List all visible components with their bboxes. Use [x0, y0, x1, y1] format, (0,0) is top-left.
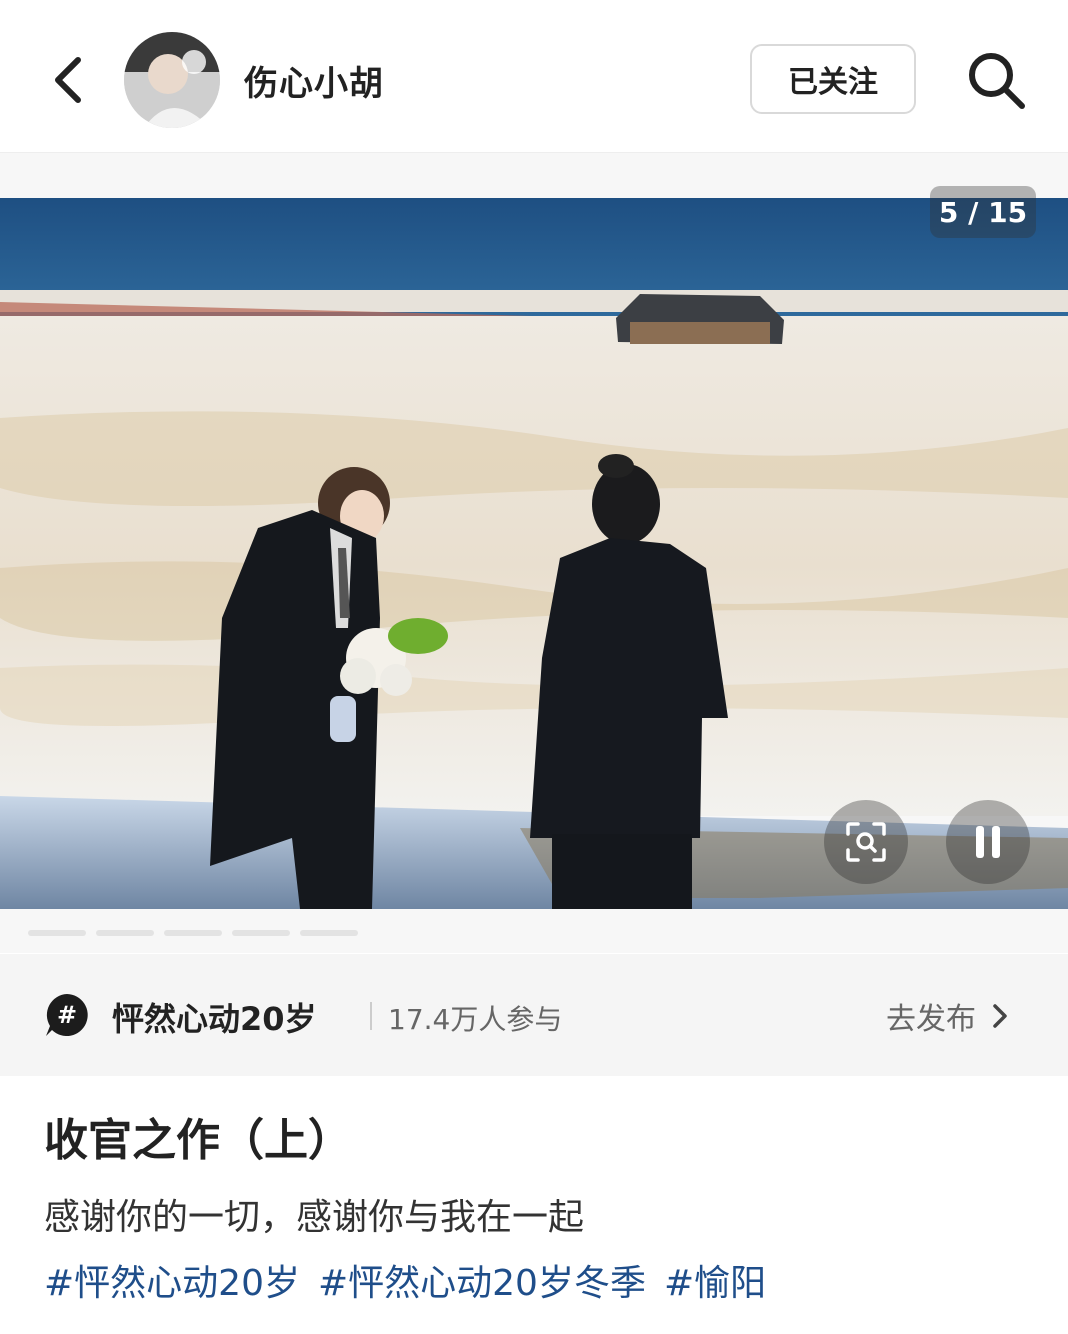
publish-label: 去发布 — [886, 1002, 976, 1037]
topic-divider — [370, 1002, 372, 1030]
carousel-dot[interactable] — [300, 930, 358, 936]
chevron-right-icon — [993, 1004, 1007, 1028]
avatar[interactable] — [124, 32, 220, 128]
carousel-dot[interactable] — [28, 930, 86, 936]
carousel-dot[interactable] — [164, 930, 222, 936]
svg-text:#: # — [57, 1001, 77, 1029]
hashtag-link[interactable]: #愉阳 — [664, 1254, 766, 1306]
pause-button[interactable] — [946, 800, 1030, 884]
search-icon — [969, 53, 1025, 109]
post-body: 感谢你的一切，感谢你与我在一起 — [44, 1197, 585, 1238]
carousel-indicator — [28, 930, 358, 936]
username[interactable]: 伤心小胡 — [244, 56, 384, 105]
photo-scene — [0, 198, 1068, 909]
topic-bar[interactable]: # 怦然心动20岁 17.4万人参与 去发布 — [0, 954, 1068, 1076]
topic-name[interactable]: 怦然心动20岁 — [112, 994, 317, 1040]
post-tags: #怦然心动20岁 #怦然心动20岁冬季 #愉阳 — [44, 1254, 766, 1306]
image-counter: 5 / 15 — [930, 186, 1036, 238]
back-button[interactable] — [44, 48, 100, 112]
post-photo[interactable] — [0, 198, 1068, 909]
topic-participants: 17.4万人参与 — [388, 1003, 563, 1036]
pause-icon — [976, 826, 1000, 858]
hashtag-link[interactable]: #怦然心动20岁冬季 — [318, 1254, 646, 1306]
publish-link[interactable]: 去发布 — [886, 994, 1010, 1038]
follow-button[interactable]: 已关注 — [750, 44, 916, 114]
hashtag-bubble-icon: # — [46, 994, 88, 1036]
hashtag-link[interactable]: #怦然心动20岁 — [44, 1254, 300, 1306]
carousel-dot[interactable] — [96, 930, 154, 936]
scan-button[interactable] — [824, 800, 908, 884]
post-header: 伤心小胡 已关注 — [0, 0, 1068, 153]
post-title: 收官之作（上） — [44, 1115, 352, 1166]
scan-icon — [846, 822, 886, 862]
chevron-left-icon — [55, 57, 81, 103]
carousel-dot[interactable] — [232, 930, 290, 936]
search-button[interactable] — [964, 48, 1028, 112]
